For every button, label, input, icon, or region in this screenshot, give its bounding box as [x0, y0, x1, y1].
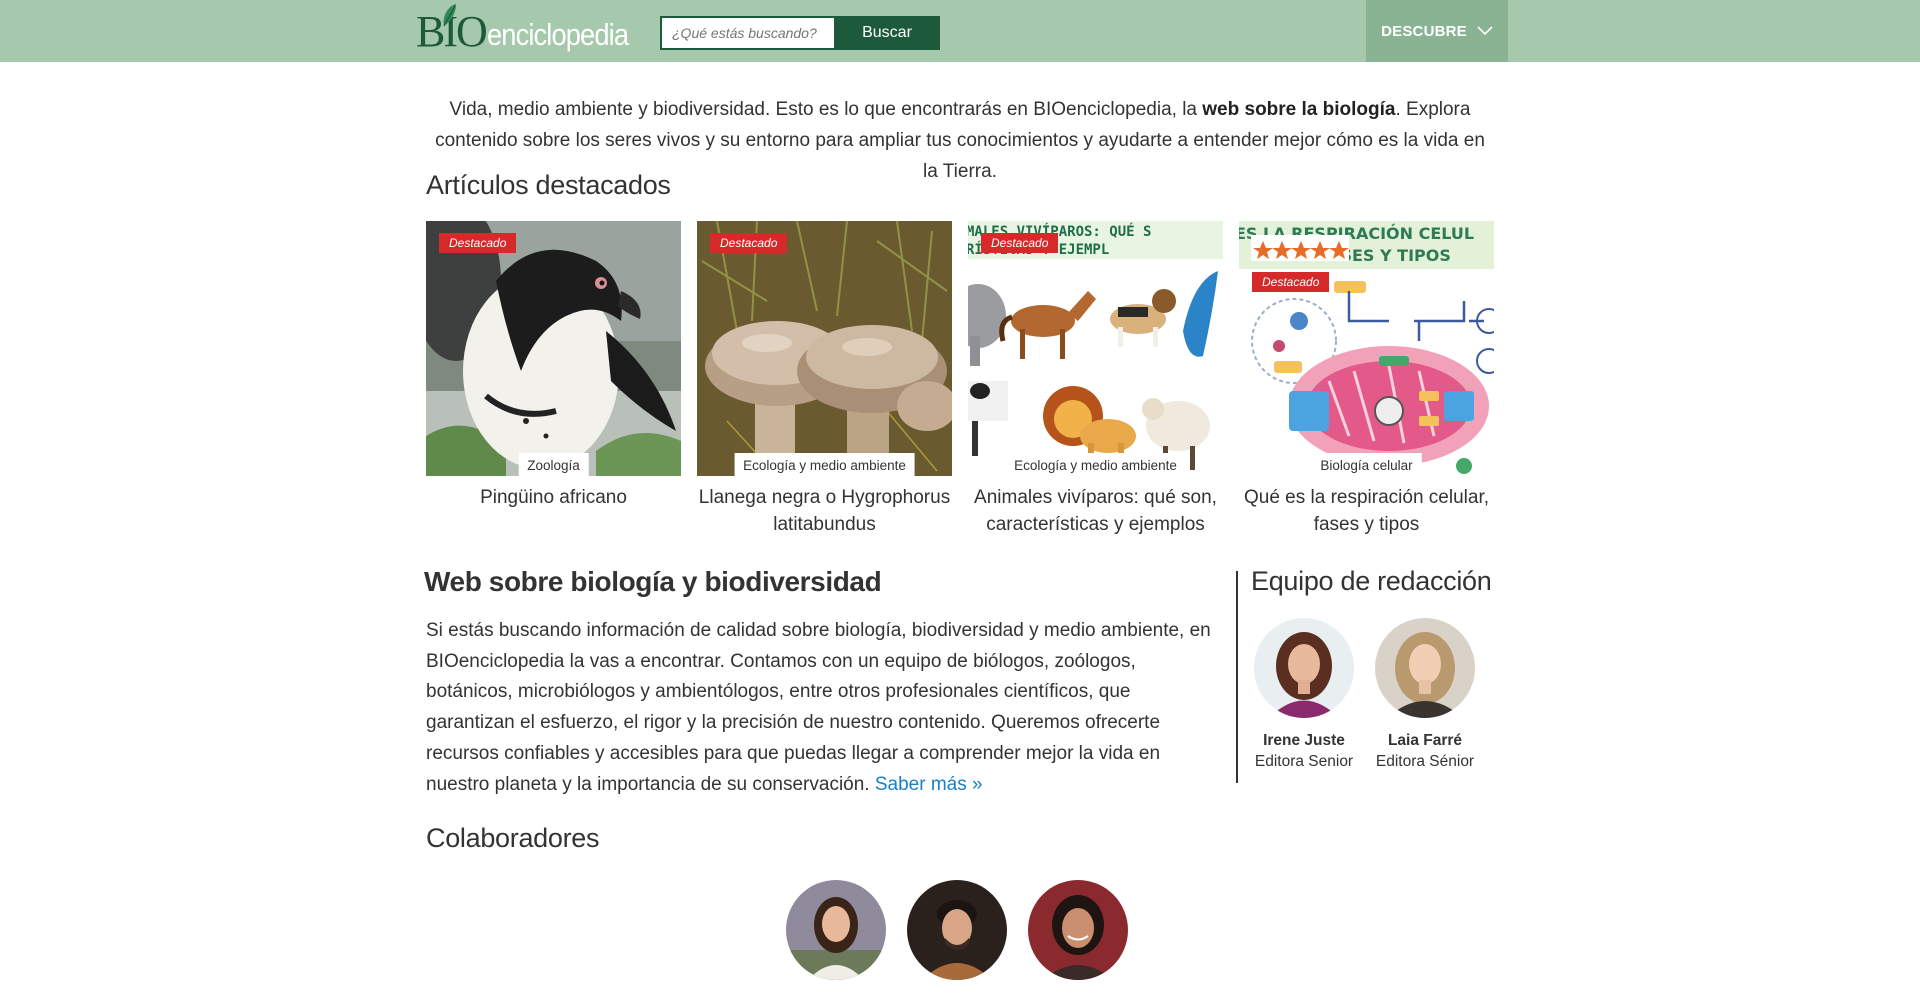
search-field[interactable]: [660, 16, 834, 50]
featured-badge: Destacado: [981, 233, 1059, 253]
featured-badge: Destacado: [710, 233, 788, 253]
logo-enciclopedia: enciclopedia: [486, 17, 629, 52]
article-title[interactable]: Llanega negra o Hygrophorus latitabundus: [697, 484, 952, 538]
featured-heading: Artículos destacados: [426, 170, 671, 200]
web-description: Si estás buscando información de calidad…: [426, 620, 1211, 795]
category-label[interactable]: Ecología y medio ambiente: [734, 453, 915, 476]
category-label[interactable]: Biología celular: [1311, 453, 1422, 476]
article-title[interactable]: Qué es la respiración celular, fases y t…: [1239, 484, 1494, 538]
featured-badge: Destacado: [439, 233, 517, 253]
member-role: Editora Senior: [1254, 753, 1354, 770]
team-member[interactable]: Irene Juste Editora Senior: [1244, 618, 1364, 771]
member-role: Editora Sénior: [1375, 753, 1475, 770]
collaborators-heading: Colaboradores: [426, 823, 600, 853]
article-title[interactable]: Pingüino africano: [426, 484, 681, 511]
category-label[interactable]: Ecología y medio ambiente: [1005, 453, 1186, 476]
article-card[interactable]: Destacado Ecología y medio ambiente Llan…: [697, 221, 952, 538]
article-card[interactable]: MALES VIVÍPAROS: QUÉ S RÍSTICAS Y EJEMPL: [968, 221, 1223, 538]
intro-bold: web sobre la biología: [1202, 99, 1396, 120]
category-label[interactable]: Zoología: [518, 453, 589, 476]
avatar[interactable]: [1254, 618, 1354, 718]
article-card[interactable]: Destacado Zoología Pingüino africano: [426, 221, 681, 511]
discover-menu-button[interactable]: DESCUBRE: [1366, 0, 1508, 62]
article-card[interactable]: ES LA RESPIRACIÓN CELUL FASES Y TIPOS De…: [1239, 221, 1494, 538]
team-member[interactable]: Laia Farré Editora Sénior: [1365, 618, 1485, 771]
avatar[interactable]: [1375, 618, 1475, 718]
collaborator-avatar[interactable]: [786, 880, 886, 980]
site-logo[interactable]: BIO enciclopedia: [416, 4, 647, 54]
search-button[interactable]: Buscar: [834, 16, 940, 50]
read-more-link[interactable]: Saber más »: [875, 774, 983, 795]
leaf-icon: [443, 4, 456, 27]
intro-text-1: Vida, medio ambiente y biodiversidad. Es…: [449, 99, 1203, 120]
discover-label: DESCUBRE: [1381, 22, 1467, 40]
collaborator-avatar[interactable]: [1028, 880, 1128, 980]
collaborator-avatar[interactable]: [907, 880, 1007, 980]
article-image-animals[interactable]: MALES VIVÍPAROS: QUÉ S RÍSTICAS Y EJEMPL: [968, 221, 1223, 476]
article-image-respiration[interactable]: ES LA RESPIRACIÓN CELUL FASES Y TIPOS De…: [1239, 221, 1494, 476]
article-image-mushroom[interactable]: Destacado Ecología y medio ambiente: [697, 221, 952, 476]
member-name[interactable]: Irene Juste: [1244, 732, 1364, 750]
featured-badge: Destacado: [1252, 272, 1330, 292]
member-name[interactable]: Laia Farré: [1365, 732, 1485, 750]
team-heading: Equipo de redacción: [1251, 566, 1492, 596]
top-header: BIO enciclopedia Buscar DESCUBRE: [0, 0, 1920, 62]
chevron-down-icon: [1477, 26, 1493, 36]
vertical-divider: [1236, 571, 1238, 783]
web-section-text: Si estás buscando información de calidad…: [426, 616, 1216, 800]
article-title[interactable]: Animales vivíparos: qué son, característ…: [968, 484, 1223, 538]
article-image-penguin[interactable]: Destacado Zoología: [426, 221, 681, 476]
web-section-heading: Web sobre biología y biodiversidad: [424, 566, 882, 597]
search-input[interactable]: [662, 18, 834, 48]
